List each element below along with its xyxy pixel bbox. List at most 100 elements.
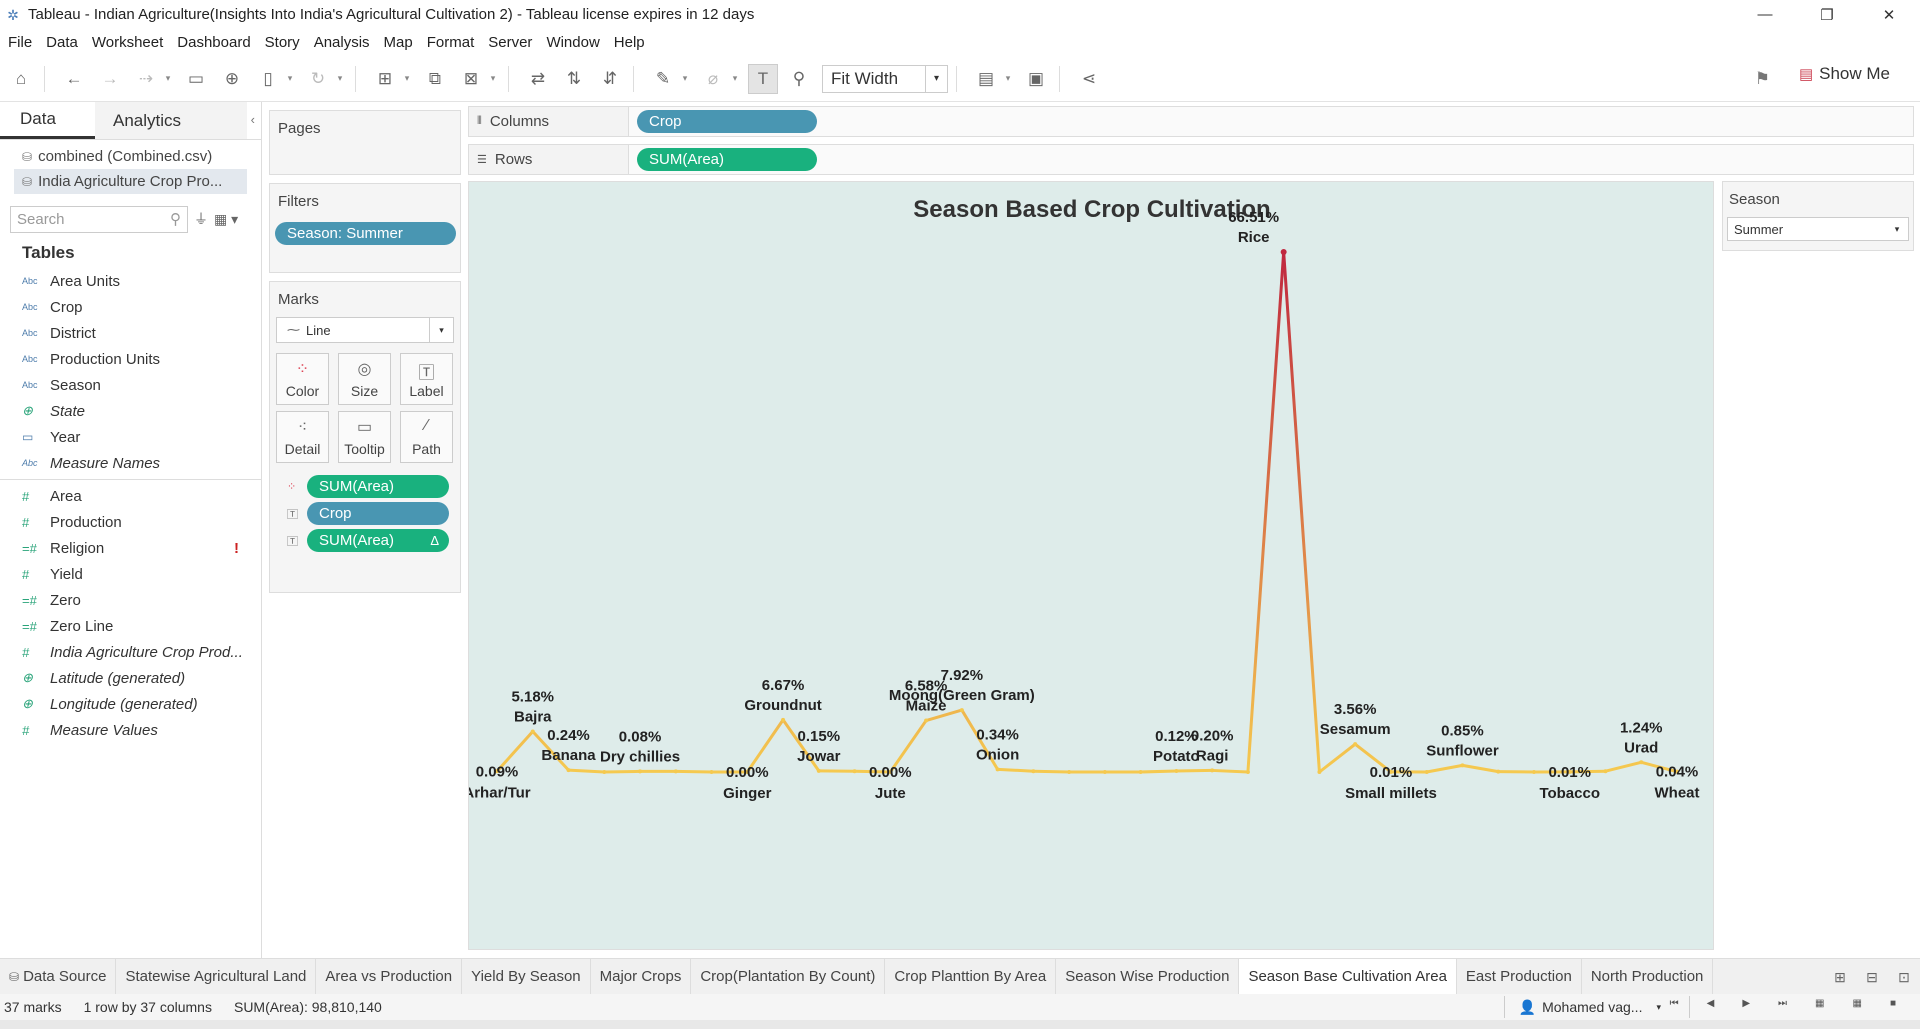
line-segment[interactable] [1139, 769, 1178, 774]
first-sheet-icon[interactable]: ⏮ [1670, 998, 1679, 1009]
swap-axes-icon[interactable]: ⇄ [523, 64, 553, 94]
line-chart[interactable]: 0.09% Arhar/Tur 5.18% Bajra0.24% Banana 0.08%… [469, 182, 1715, 951]
tab-sheet[interactable]: Area vs Production [316, 959, 463, 994]
filter-pill[interactable]: Season: Summer [275, 222, 456, 245]
data-point[interactable] [1138, 770, 1143, 774]
data-point[interactable] [995, 767, 1000, 772]
label-pill-area[interactable]: SUM(Area) Δ [307, 529, 449, 552]
season-select[interactable]: Summer ▾ [1727, 217, 1909, 241]
data-point[interactable] [1639, 760, 1644, 765]
field-area-units[interactable]: Abc Area Units [0, 268, 261, 294]
data-point[interactable] [1603, 769, 1608, 774]
data-point[interactable] [1531, 770, 1536, 774]
line-segment[interactable] [602, 769, 642, 774]
filters-card[interactable]: Filters Season: Summer [269, 183, 461, 273]
tab-sheet[interactable]: Major Crops [591, 959, 692, 994]
data-point[interactable] [673, 769, 678, 774]
columns-pill[interactable]: Crop [637, 110, 817, 133]
detail-button[interactable]: ⁖ Detail [276, 411, 329, 463]
line-segment[interactable] [1460, 763, 1500, 774]
fit-select[interactable]: Fit Width ▾ [822, 64, 948, 93]
field-state[interactable]: ⊕ State [0, 398, 261, 424]
collapse-pane-icon[interactable]: ‹ [251, 112, 255, 127]
presentation-mode-icon[interactable]: ▣ [1021, 64, 1051, 94]
field-production-units[interactable]: Abc Production Units [0, 346, 261, 372]
data-point[interactable] [852, 769, 857, 774]
field-area[interactable]: # Area [0, 483, 261, 509]
data-point[interactable] [1496, 769, 1501, 774]
data-point[interactable] [602, 770, 607, 774]
field-measure-values[interactable]: # Measure Values [0, 717, 261, 743]
prev-sheet-icon[interactable]: ◀ [1707, 998, 1715, 1009]
tab-sheet[interactable]: North Production [1582, 959, 1714, 994]
pause-dropdown-icon[interactable]: ▾ [283, 64, 297, 94]
menu-help[interactable]: Help [614, 34, 645, 51]
data-point[interactable] [1174, 769, 1179, 774]
field-longitude-generated[interactable]: ⊕ Longitude (generated) [0, 691, 261, 717]
line-segment[interactable] [1031, 769, 1071, 774]
field-zero-line[interactable]: =# Zero Line [0, 613, 261, 639]
menu-map[interactable]: Map [384, 34, 413, 51]
color-pill[interactable]: SUM(Area) [307, 475, 449, 498]
data-point[interactable] [530, 729, 535, 734]
data-point[interactable] [1245, 770, 1250, 774]
color-button[interactable]: ⁘ Color [276, 353, 329, 405]
menu-worksheet[interactable]: Worksheet [92, 34, 163, 51]
redo-icon[interactable]: → [95, 64, 125, 94]
sort-ascending-icon[interactable]: ⇅ [559, 64, 589, 94]
show-cards-icon[interactable]: ▤ [971, 64, 1001, 94]
show-cards-dropdown-icon[interactable]: ▾ [1001, 64, 1015, 94]
replay-icon[interactable]: ⇢ [131, 64, 161, 94]
path-button[interactable]: ⁄ Path [400, 411, 453, 463]
data-point[interactable] [1460, 763, 1465, 768]
group-icon[interactable]: ⌀ [698, 64, 728, 94]
menu-format[interactable]: Format [427, 34, 475, 51]
data-point[interactable] [1210, 768, 1215, 773]
data-point[interactable] [566, 768, 571, 773]
clear-dropdown-icon[interactable]: ▾ [486, 64, 500, 94]
menu-window[interactable]: Window [546, 34, 599, 51]
tab-data[interactable]: Data [0, 102, 95, 139]
refresh-dropdown-icon[interactable]: ▾ [333, 64, 347, 94]
label-pill-crop[interactable]: Crop [307, 502, 449, 525]
line-segment[interactable] [1210, 768, 1250, 774]
highlight-icon[interactable]: ✎ [648, 64, 678, 94]
mark-type-select[interactable]: ⁓ Line ▾ [276, 317, 454, 343]
show-me-button[interactable]: ▤ Show Me [1799, 64, 1890, 84]
rows-pill[interactable]: SUM(Area) [637, 148, 817, 171]
view-options-icon[interactable]: ▦ ▾ [214, 211, 238, 228]
share-icon[interactable]: ⋖ [1074, 64, 1104, 94]
line-segment[interactable] [1317, 742, 1357, 774]
data-point[interactable] [1067, 770, 1072, 774]
sort-descending-icon[interactable]: ⇵ [595, 64, 625, 94]
field-india-agriculture-crop-prod[interactable]: # India Agriculture Crop Prod... [0, 639, 261, 665]
close-button[interactable]: ✕ [1858, 0, 1920, 29]
data-point[interactable] [781, 717, 786, 722]
menu-file[interactable]: File [8, 34, 32, 51]
line-segment[interactable] [996, 767, 1035, 773]
data-point[interactable] [816, 768, 821, 773]
data-point[interactable] [1031, 769, 1036, 774]
clear-sheet-icon[interactable]: ⊠ [456, 64, 486, 94]
field-production[interactable]: # Production [0, 509, 261, 535]
field-zero[interactable]: =# Zero [0, 587, 261, 613]
label-button[interactable]: 🅃 Label [400, 353, 453, 405]
tab-sheet[interactable]: Yield By Season [462, 959, 591, 994]
tooltip-button[interactable]: ▭ Tooltip [338, 411, 391, 463]
new-datasource-icon[interactable]: ⊕ [217, 64, 247, 94]
filter-icon[interactable]: ⏚ [194, 209, 208, 229]
field-latitude-generated[interactable]: ⊕ Latitude (generated) [0, 665, 261, 691]
new-worksheet-icon[interactable]: ⊞ [1824, 969, 1856, 986]
format-workbook-icon[interactable]: ⚑ [1755, 69, 1770, 89]
field-yield[interactable]: # Yield [0, 561, 261, 587]
data-point[interactable] [959, 708, 964, 713]
show-labels-icon[interactable]: T [748, 63, 778, 94]
restore-button[interactable]: ❐ [1796, 0, 1858, 29]
field-year[interactable]: ▭ Year [0, 424, 261, 450]
line-segment[interactable] [1603, 760, 1643, 773]
tab-data-source[interactable]: ⛁ Data Source [0, 959, 117, 994]
show-sheet-sorter-icon[interactable]: ▦ [1853, 998, 1862, 1009]
new-worksheet-icon[interactable]: ⊞ [370, 64, 400, 94]
highlight-dropdown-icon[interactable]: ▾ [678, 64, 692, 94]
tab-sheet[interactable]: East Production [1457, 959, 1582, 994]
